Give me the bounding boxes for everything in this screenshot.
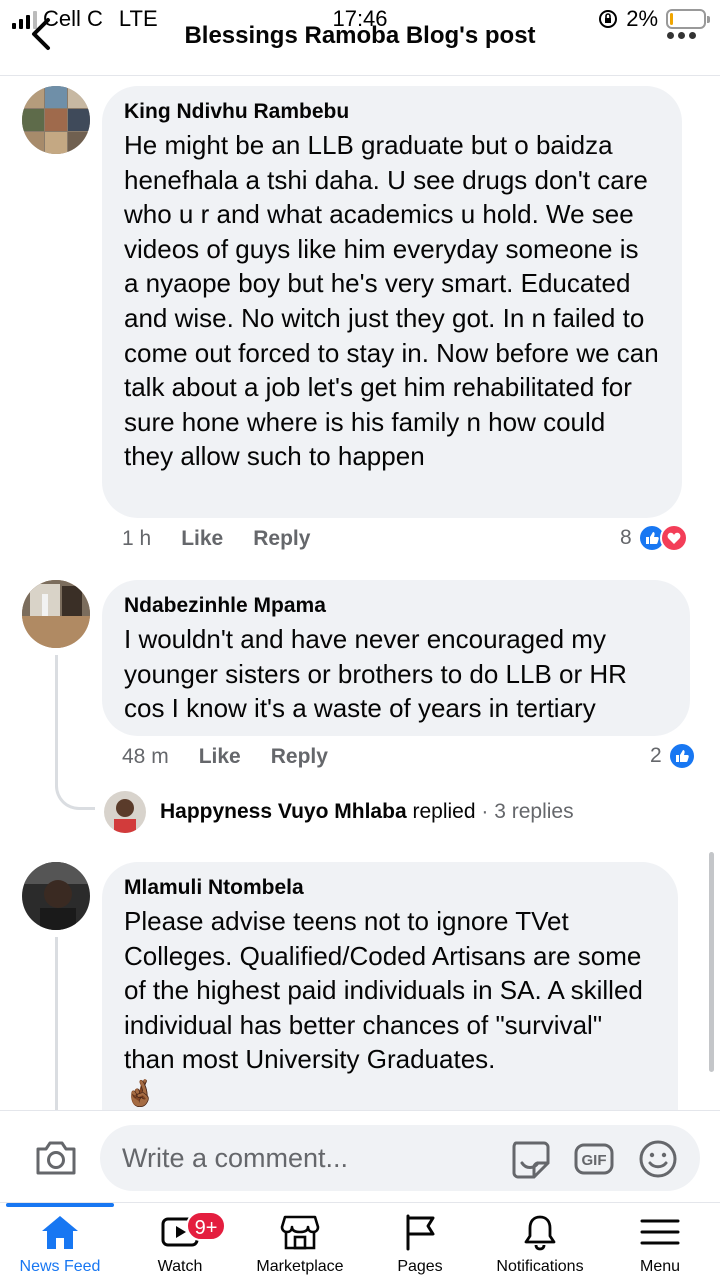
pages-flag-icon <box>406 1214 435 1251</box>
top-bar: Cell C LTE 17:46 2% Blessings Ramoba Blo… <box>0 0 720 76</box>
active-tab-indicator <box>6 1203 114 1207</box>
emoji-icon[interactable] <box>636 1137 680 1181</box>
nav-label: News Feed <box>19 1258 101 1275</box>
comment-bubble[interactable]: King Ndivhu Rambebu He might be an LLB g… <box>102 86 682 518</box>
nav-news-feed[interactable]: News Feed <box>0 1203 120 1280</box>
crossed-fingers-emoji: 🤞🏾 <box>124 1078 157 1109</box>
reaction-summary[interactable]: 8 <box>620 524 688 552</box>
thread-connector <box>55 760 95 810</box>
comment-author[interactable]: Mlamuli Ntombela <box>124 876 656 900</box>
reply-avatar <box>104 791 146 833</box>
avatar[interactable] <box>22 86 90 154</box>
comment-bubble[interactable]: Ndabezinhle Mpama I wouldn't and have ne… <box>102 580 690 736</box>
reaction-count: 2 <box>650 744 662 767</box>
reply-button[interactable]: Reply <box>253 527 310 551</box>
marketplace-icon <box>280 1215 320 1250</box>
more-options-icon[interactable] <box>667 32 696 39</box>
bottom-nav: News Feed 9+ Watch Marketplace Pages Not… <box>0 1202 720 1280</box>
comment-composer: Write a comment... GIF <box>0 1110 720 1202</box>
comment-meta: 1 h Like Reply <box>122 527 310 551</box>
comment-time: 1 h <box>122 527 152 550</box>
svg-text:GIF: GIF <box>582 1152 607 1169</box>
comment-author[interactable]: Ndabezinhle Mpama <box>124 594 668 618</box>
nav-watch[interactable]: 9+ Watch <box>120 1203 240 1280</box>
reply-button[interactable]: Reply <box>271 745 328 769</box>
nav-label: Menu <box>639 1258 681 1275</box>
reply-author: Happyness Vuyo Mhlaba <box>160 800 407 823</box>
comment-author[interactable]: King Ndivhu Rambebu <box>124 100 660 124</box>
view-replies-link[interactable]: Happyness Vuyo Mhlaba replied · 3 replie… <box>104 790 574 834</box>
reply-avatar-image <box>104 791 146 833</box>
nav-label: Watch <box>157 1258 203 1275</box>
sticker-icon[interactable] <box>508 1137 552 1181</box>
hamburger-icon <box>640 1219 680 1245</box>
reply-count: 3 replies <box>494 800 574 823</box>
comment-time: 48 m <box>122 745 169 768</box>
page-title: Blessings Ramoba Blog's post <box>184 22 536 49</box>
comment-placeholder: Write a comment... <box>122 1143 349 1173</box>
like-button[interactable]: Like <box>181 527 223 551</box>
avatar-collage-image <box>22 86 90 154</box>
like-reaction-icon <box>667 742 696 770</box>
nav-label: Marketplace <box>256 1258 344 1275</box>
reaction-count: 8 <box>620 526 632 549</box>
comment-text: Please advise teens not to ignore TVet C… <box>124 906 643 1075</box>
nav-label: Notifications <box>496 1258 584 1275</box>
home-icon <box>42 1216 78 1249</box>
avatar-photo-image <box>22 580 90 648</box>
love-reaction-icon <box>659 524 688 552</box>
comment-bubble[interactable]: Mlamuli Ntombela Please advise teens not… <box>102 862 678 1122</box>
notification-badge: 9+ <box>186 1211 226 1241</box>
nav-pages[interactable]: Pages <box>360 1203 480 1280</box>
avatar-photo-image <box>22 862 90 930</box>
camera-icon[interactable] <box>34 1137 78 1177</box>
nav-marketplace[interactable]: Marketplace <box>240 1203 360 1280</box>
scrollbar[interactable] <box>709 852 714 1072</box>
nav-menu[interactable]: Menu <box>600 1203 720 1280</box>
like-button[interactable]: Like <box>199 745 241 769</box>
comment-text: I wouldn't and have never encouraged my … <box>124 624 627 724</box>
comment-input[interactable]: Write a comment... GIF <box>100 1125 700 1191</box>
avatar[interactable] <box>22 862 90 930</box>
reply-separator: · <box>481 800 489 823</box>
nav-notifications[interactable]: Notifications <box>480 1203 600 1280</box>
reaction-summary[interactable]: 2 <box>650 742 696 770</box>
bell-icon <box>524 1215 556 1251</box>
comment-meta: 48 m Like Reply <box>122 745 328 769</box>
gif-icon[interactable]: GIF <box>572 1137 616 1181</box>
nav-label: Pages <box>397 1258 443 1275</box>
comment-text: He might be an LLB graduate but o baidza… <box>124 130 659 472</box>
avatar[interactable] <box>22 580 90 648</box>
thread-line <box>55 937 58 1110</box>
reply-action: replied <box>412 800 476 823</box>
